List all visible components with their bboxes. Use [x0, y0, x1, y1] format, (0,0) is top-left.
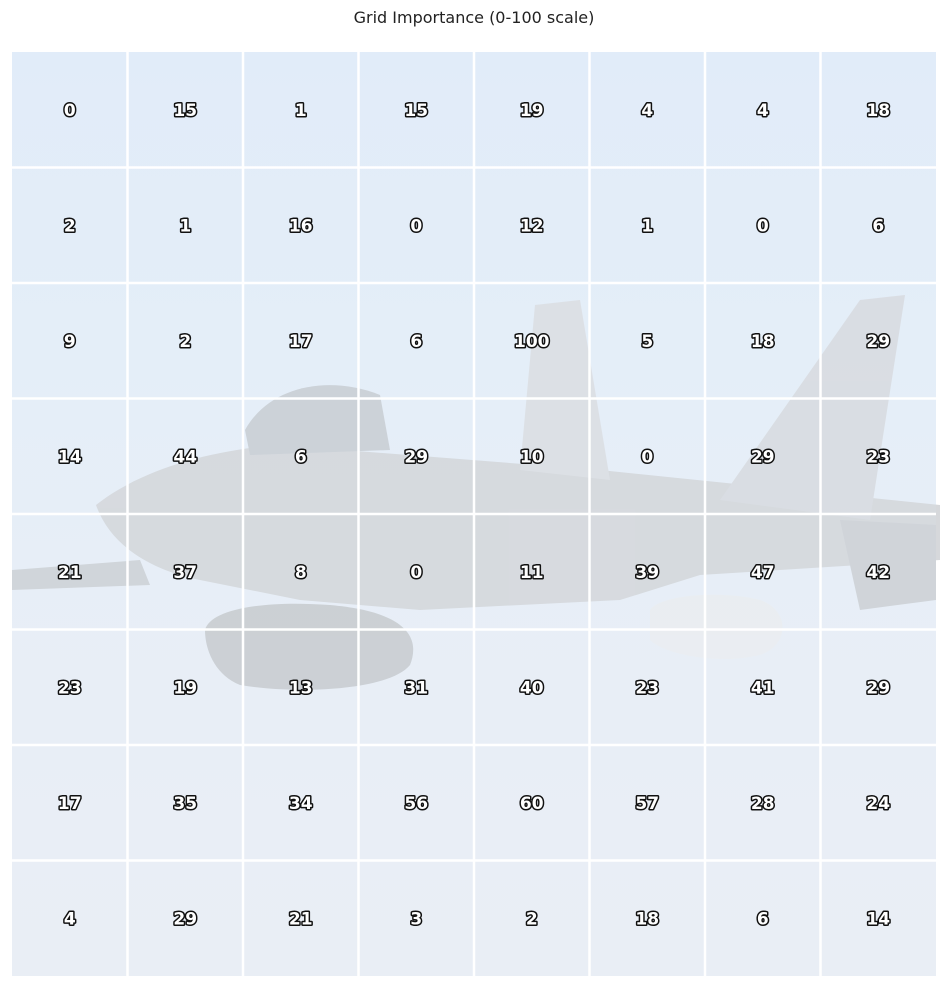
cell-value-r2-c5: 5	[641, 332, 653, 352]
cell-value-r2-c7: 29	[866, 332, 890, 352]
cell-value-r4-c0: 21	[58, 563, 82, 583]
cell-value-r1-c4: 12	[520, 216, 544, 236]
cell-value-r5-c6: 41	[751, 678, 775, 698]
cell-value-r2-c2: 17	[289, 332, 313, 352]
cell-value-r4-c1: 37	[173, 563, 197, 583]
cell-value-r7-c5: 18	[635, 909, 659, 929]
cell-value-r4-c3: 0	[410, 563, 422, 583]
cell-value-r1-c3: 0	[410, 216, 422, 236]
cell-value-r5-c2: 13	[289, 678, 313, 698]
cell-value-r4-c7: 42	[866, 563, 890, 583]
cell-value-r6-c6: 28	[751, 794, 775, 814]
cell-value-r7-c6: 6	[757, 909, 769, 929]
cell-value-r6-c4: 60	[520, 794, 544, 814]
cell-value-r1-c6: 0	[757, 216, 769, 236]
cell-value-r5-c4: 40	[520, 678, 544, 698]
cell-value-r5-c0: 23	[58, 678, 82, 698]
cell-value-r0-c3: 15	[404, 101, 428, 121]
cell-value-r7-c0: 4	[64, 909, 76, 929]
cell-value-r0-c1: 15	[173, 101, 197, 121]
cell-value-r1-c7: 6	[872, 216, 884, 236]
cell-value-r6-c1: 35	[173, 794, 197, 814]
cell-value-r1-c5: 1	[641, 216, 653, 236]
cell-value-r4-c4: 11	[520, 563, 544, 583]
cell-value-r0-c5: 4	[641, 101, 653, 121]
cell-value-r2-c0: 9	[64, 332, 76, 352]
cell-value-r6-c5: 57	[635, 794, 659, 814]
cell-value-r7-c1: 29	[173, 909, 197, 929]
cell-value-r6-c0: 17	[58, 794, 82, 814]
cell-value-r7-c2: 21	[289, 909, 313, 929]
cell-value-r7-c4: 2	[526, 909, 538, 929]
cell-value-r6-c7: 24	[866, 794, 890, 814]
cell-value-r3-c2: 6	[295, 447, 307, 467]
cell-value-r6-c2: 34	[289, 794, 313, 814]
cell-value-r1-c2: 16	[289, 216, 313, 236]
cell-value-r0-c2: 1	[295, 101, 307, 121]
cell-value-r3-c1: 44	[173, 447, 197, 467]
cell-value-r5-c7: 29	[866, 678, 890, 698]
cell-value-r2-c6: 18	[751, 332, 775, 352]
cell-value-r3-c0: 14	[58, 447, 82, 467]
cell-value-r4-c2: 8	[295, 563, 307, 583]
cell-value-r3-c5: 0	[641, 447, 653, 467]
cell-value-r0-c6: 4	[757, 101, 769, 121]
cell-value-r2-c3: 6	[410, 332, 422, 352]
cell-value-r0-c4: 19	[520, 101, 544, 121]
cell-value-r3-c4: 10	[520, 447, 544, 467]
cell-value-r7-c3: 3	[410, 909, 422, 929]
cell-value-r0-c0: 0	[64, 101, 76, 121]
cell-value-r3-c7: 23	[866, 447, 890, 467]
cell-value-r0-c7: 18	[866, 101, 890, 121]
cell-value-r4-c5: 39	[635, 563, 659, 583]
cell-value-r6-c3: 56	[404, 794, 428, 814]
cell-value-r5-c1: 19	[173, 678, 197, 698]
cell-value-r1-c0: 2	[64, 216, 76, 236]
cell-value-r3-c3: 29	[404, 447, 428, 467]
cell-value-r7-c7: 14	[866, 909, 890, 929]
cell-value-r4-c6: 47	[751, 563, 775, 583]
cell-value-r5-c3: 31	[404, 678, 428, 698]
heatmap-chart: 0 15 1 15 19 4 4 182 1 16 0 12 1 0 69 2 17 6 100 5 18 2914 44 6…	[12, 52, 940, 976]
cell-value-r5-c5: 23	[635, 678, 659, 698]
cell-value-r2-c4: 100	[514, 332, 550, 352]
cell-value-r1-c1: 1	[179, 216, 191, 236]
cell-value-r3-c6: 29	[751, 447, 775, 467]
cell-value-r2-c1: 2	[179, 332, 191, 352]
